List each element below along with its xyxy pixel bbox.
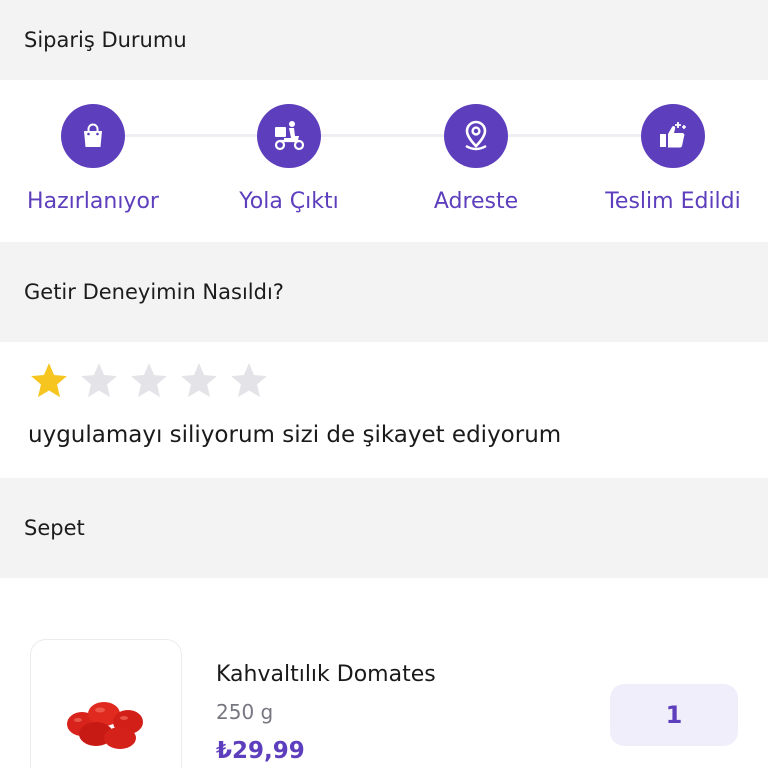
star-filled-icon[interactable] (28, 360, 70, 402)
star-rating[interactable] (28, 360, 270, 402)
step-on-the-way: Yola Çıktı (189, 104, 389, 214)
cart-title: Sepet (24, 516, 85, 540)
star-empty-icon[interactable] (178, 360, 220, 402)
order-status-header: Sipariş Durumu (0, 0, 768, 80)
delivery-scooter-icon (257, 104, 321, 168)
step-label-on-the-way: Yola Çıktı (239, 189, 339, 214)
rating-title: Getir Deneyimin Nasıldı? (24, 280, 284, 304)
rating-header: Getir Deneyimin Nasıldı? (0, 242, 768, 342)
order-status-title: Sipariş Durumu (24, 28, 187, 52)
location-pin-icon (444, 104, 508, 168)
product-price: ₺29,99 (216, 738, 305, 764)
cart-section: Kahvaltılık Domates 250 g ₺29,99 1 (0, 578, 768, 768)
quantity-value: 1 (665, 701, 683, 729)
step-label-at-address: Adreste (433, 189, 519, 214)
star-empty-icon[interactable] (78, 360, 120, 402)
cherry-tomatoes-image (30, 639, 182, 768)
rating-section: uygulamayı siliyorum sizi de şikayet edi… (0, 342, 768, 478)
shopping-bag-icon (61, 104, 125, 168)
star-empty-icon[interactable] (228, 360, 270, 402)
star-empty-icon[interactable] (128, 360, 170, 402)
step-preparing: Hazırlanıyor (0, 104, 193, 214)
step-at-address: Adreste (376, 104, 576, 214)
step-delivered: Teslim Edildi (573, 104, 768, 214)
order-status-steps: Hazırlanıyor Yola Çıktı Adreste Teslim E… (0, 80, 768, 242)
quantity-badge[interactable]: 1 (610, 684, 738, 746)
product-unit: 250 g (216, 700, 274, 724)
cart-header: Sepet (0, 478, 768, 578)
rating-comment: uygulamayı siliyorum sizi de şikayet edi… (28, 422, 562, 448)
thumbs-up-icon (641, 104, 705, 168)
step-label-preparing: Hazırlanıyor (27, 189, 159, 214)
step-label-delivered: Teslim Edildi (605, 189, 741, 214)
product-name: Kahvaltılık Domates (216, 662, 436, 687)
